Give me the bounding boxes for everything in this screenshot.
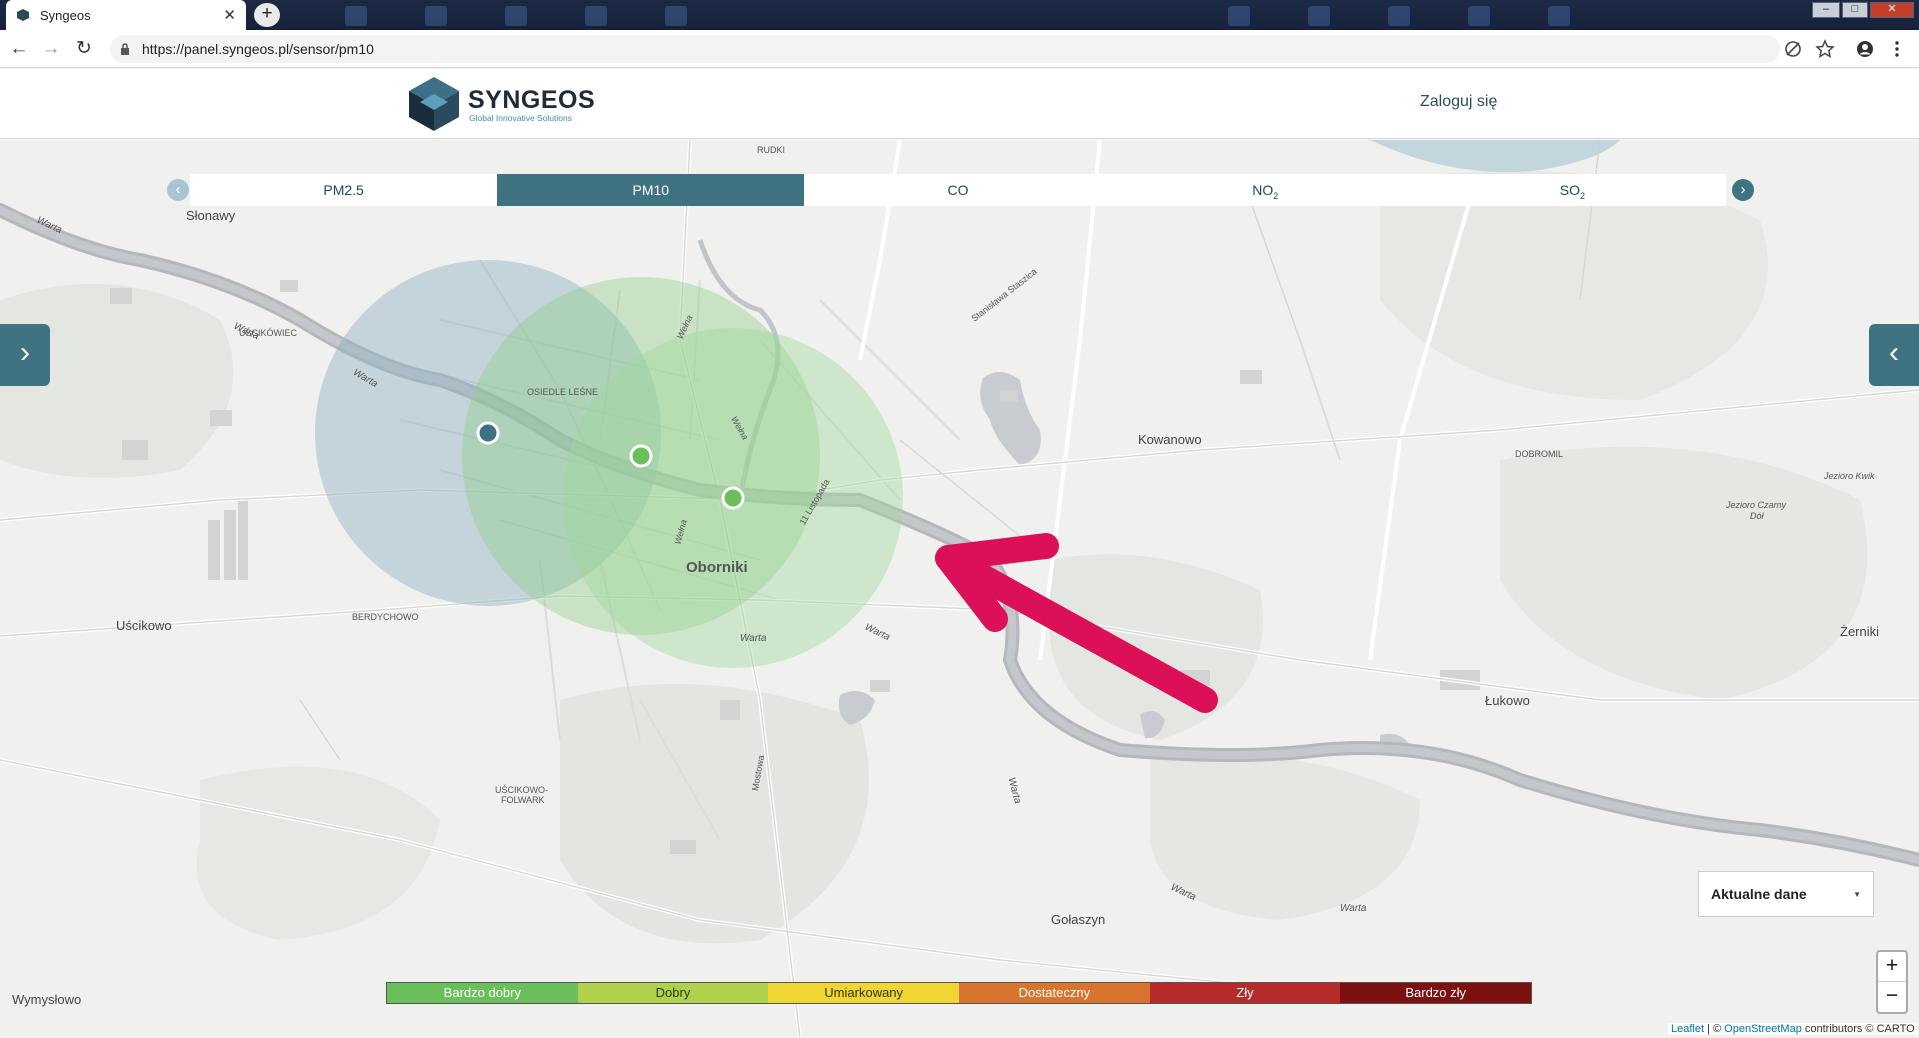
brand-name: SYNGEOS [468,86,596,114]
air-quality-legend: Bardzo dobry Dobry Umiarkowany Dostatecz… [386,982,1532,1004]
taskbar-app-icon [1388,6,1410,26]
taskbar-app-icon [345,6,367,26]
login-link[interactable]: Zaloguj się [1420,93,1497,111]
map-label-city: Oborniki [686,559,748,576]
map-label-district: UŚCIKOWO- [495,785,548,795]
legend-item-very-bad: Bardzo zły [1340,983,1532,1003]
tab-title: Syngeos [40,7,91,23]
carto-text: CARTO [1876,1023,1915,1035]
tabs-next-arrow-icon[interactable]: › [1732,179,1754,201]
map-label-lake: Dół [1750,511,1764,521]
legend-item-bad: Zły [1149,983,1341,1003]
map-label-town: Wymysłowo [12,992,82,1007]
lock-icon [121,43,129,55]
taskbar-app-icon [1468,6,1490,26]
zoom-control: + − [1876,950,1908,1014]
site-header: SYNGEOS Global Innovative Solutions Zalo… [0,69,1919,139]
minimize-button[interactable]: – [1812,2,1840,18]
map-label-district: OSIEDLE LEŚNE [527,387,599,397]
tab-pm25[interactable]: PM2.5 [190,174,497,206]
star-bookmark-icon[interactable] [1815,39,1835,59]
sensor-marker-1[interactable] [474,419,502,447]
osm-link[interactable]: OpenStreetMap [1724,1023,1802,1035]
zoom-in-button[interactable]: + [1878,952,1906,982]
left-panel-toggle[interactable]: › [0,324,50,386]
taskbar-app-icon [1308,6,1330,26]
syngeos-favicon-icon [17,9,29,21]
map-label-town: Gołaszyn [1051,912,1106,927]
map-label-town: Słonawy [186,208,236,223]
sensor-marker-3[interactable] [719,484,747,512]
caret-down-icon: ▼ [1853,889,1861,899]
forward-arrow-icon[interactable]: → [40,38,62,60]
map-attribution: Leaflet | © OpenStreetMap contributors ©… [1668,1023,1918,1035]
taskbar-app-icon [665,6,687,26]
map-label-district: DOBROMIL [1515,449,1564,459]
map-label-lake: Jezioro Czarny [1726,500,1787,510]
taskbar-app-icon [425,6,447,26]
right-panel-toggle[interactable]: ‹ [1869,324,1919,386]
legend-item-sufficient: Dostateczny [959,983,1150,1003]
url-text: https://panel.syngeos.pl/sensor/pm10 [142,41,374,57]
map-label-town: Żerniki [1840,624,1880,639]
legend-item-moderate: Umiarkowany [768,983,960,1003]
map-label-town: Uścikowo [116,618,172,633]
legend-item-very-good: Bardzo dobry [387,983,578,1003]
browser-titlebar: Syngeos ✕ + – □ ✕ [0,0,1919,30]
address-bar: ← → ↻ https://panel.syngeos.pl/sensor/pm… [0,30,1919,68]
taskbar-app-icon [505,6,527,26]
maximize-button[interactable]: □ [1842,2,1868,18]
map-label-river: Warta [1340,903,1367,914]
reload-icon[interactable]: ↻ [73,38,95,60]
taskbar-app-icon [1228,6,1250,26]
browser-tab[interactable]: Syngeos ✕ [6,0,246,30]
taskbar-app-icon [585,6,607,26]
window-close-button[interactable]: ✕ [1870,2,1914,18]
sensor-marker-2[interactable] [627,442,655,470]
brand-tagline: Global Innovative Solutions [469,113,573,123]
new-tab-button[interactable]: + [254,3,280,27]
taskbar-app-icon [1548,6,1570,26]
menu-dots-icon[interactable] [1887,39,1907,59]
leaflet-link[interactable]: Leaflet [1671,1023,1704,1035]
translate-icon[interactable] [1783,39,1803,59]
map-label-lake: Jezioro Kwik [1824,471,1875,481]
account-icon[interactable] [1855,39,1875,59]
data-range-value: Aktualne dane [1711,886,1807,902]
pollutant-tabs: PM2.5 PM10 CO NO2 SO2 [190,174,1726,206]
tab-co[interactable]: CO [804,174,1111,206]
syngeos-logo-icon[interactable] [404,74,464,134]
tab-close-icon[interactable]: ✕ [223,6,236,24]
url-field[interactable]: https://panel.syngeos.pl/sensor/pm10 [110,35,1780,63]
map-label-district: FOLWARK [501,795,545,805]
tab-so2[interactable]: SO2 [1419,174,1726,206]
map-label-district: RUDKI [757,145,786,155]
back-arrow-icon[interactable]: ← [8,38,30,60]
legend-item-good: Dobry [577,983,769,1003]
tab-pm10[interactable]: PM10 [497,174,805,206]
map-label-district: BERDYCHOWO [352,612,419,622]
map-container[interactable]: Słonawy UŚCIKÓWIEC OSIEDLE LEŚNE Obornik… [0,140,1919,1038]
zoom-out-button[interactable]: − [1878,982,1906,1012]
map-label-town: Łukowo [1485,693,1530,708]
map-basemap [0,140,1919,1038]
map-label-river: Warta [740,633,767,644]
tabs-prev-arrow-icon[interactable]: ‹ [167,179,189,201]
data-range-select[interactable]: Aktualne dane ▼ [1698,871,1874,917]
tab-no2[interactable]: NO2 [1112,174,1419,206]
map-label-town: Kowanowo [1138,432,1202,447]
